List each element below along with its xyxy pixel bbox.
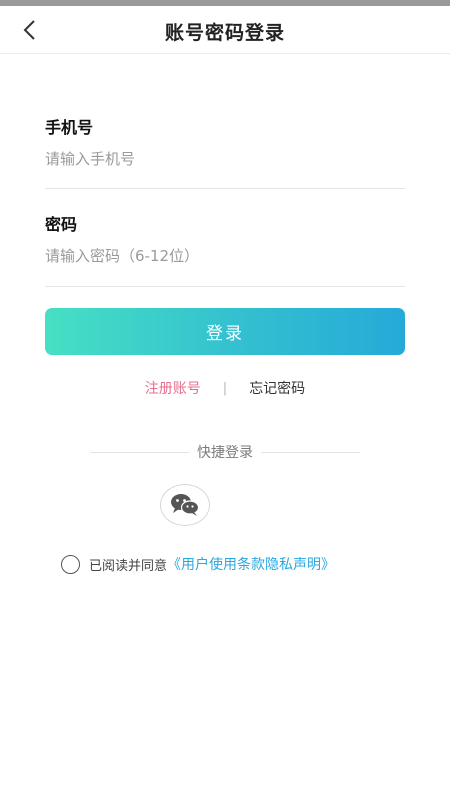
- phone-label: 手机号: [45, 118, 94, 137]
- page-title: 账号密码登录: [164, 22, 285, 44]
- quick-login-line-right: [261, 451, 360, 453]
- login-button[interactable]: 登录: [45, 308, 405, 355]
- wechat-login-button[interactable]: [160, 484, 210, 526]
- quick-login-line-left: [90, 451, 189, 453]
- link-separator: |: [222, 380, 228, 396]
- quick-login-divider: 快捷登录: [90, 442, 360, 462]
- terms-privacy-link[interactable]: 《用户使用条款隐私声明》: [167, 554, 335, 574]
- phone-input[interactable]: [45, 144, 405, 174]
- quick-login-label: 快捷登录: [197, 445, 253, 461]
- phone-divider: [45, 188, 405, 189]
- password-input[interactable]: [45, 241, 405, 271]
- agreement-radio[interactable]: [61, 554, 80, 574]
- agreement-text: 已阅读并同意: [89, 558, 168, 574]
- forgot-password-link[interactable]: 忘记密码: [249, 378, 305, 398]
- password-label: 密码: [45, 215, 78, 234]
- register-link[interactable]: 注册账号: [145, 378, 201, 398]
- agreement-row: 已阅读并同意 《用户使用条款隐私声明》: [61, 554, 335, 574]
- header-bar: 账号密码登录: [0, 6, 450, 54]
- wechat-icon: [171, 494, 200, 516]
- password-divider: [45, 286, 405, 287]
- account-links: 注册账号 | 忘记密码: [0, 378, 450, 398]
